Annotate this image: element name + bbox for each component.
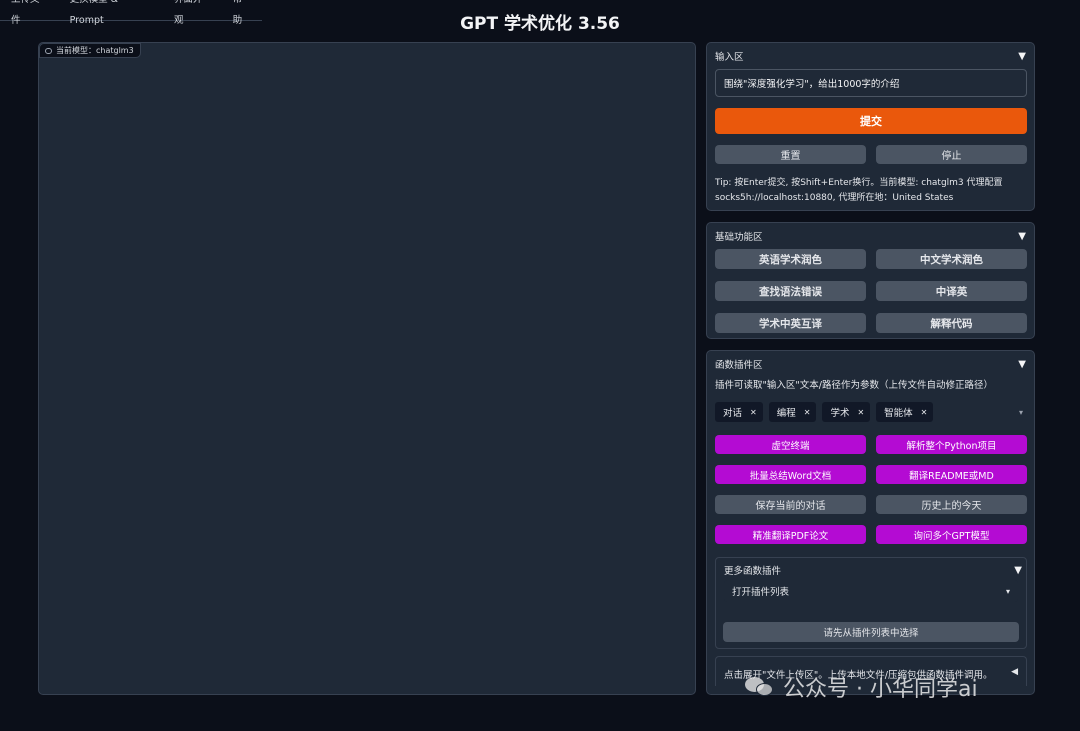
explain-code-button[interactable]: 解释代码	[876, 313, 1027, 333]
tag-label: 智能体	[884, 408, 913, 419]
tag-coding: 编程 ✕	[768, 402, 817, 422]
collapse-icon[interactable]: ▼	[1014, 565, 1022, 576]
history-today-button[interactable]: 历史上的今天	[876, 495, 1027, 514]
plugin-tag-selector[interactable]: 对话 ✕ 编程 ✕ 学术 ✕ 智能体 ✕ ▾	[715, 401, 1027, 423]
chevron-down-icon: ▾	[1005, 586, 1010, 596]
parse-python-project-button[interactable]: 解析整个Python项目	[876, 435, 1027, 454]
basic-panel-title: 基础功能区	[715, 232, 763, 243]
prompt-input[interactable]: 围绕"深度强化学习"，给出1000字的介绍	[715, 69, 1027, 97]
tag-label: 对话	[723, 408, 743, 419]
reset-button[interactable]: 重置	[715, 145, 866, 164]
page-title: GPT 学术优化 3.56	[460, 14, 620, 34]
choose-plugin-button[interactable]: 请先从插件列表中选择	[723, 622, 1019, 642]
basic-panel-header[interactable]: 基础功能区 ▼	[715, 229, 1026, 244]
plugin-list-select-value: 打开插件列表	[732, 587, 790, 598]
more-plugins-title: 更多函数插件	[724, 566, 782, 577]
close-icon[interactable]: ✕	[750, 408, 757, 417]
close-icon[interactable]: ✕	[857, 408, 864, 417]
academic-translate-button[interactable]: 学术中英互译	[715, 313, 866, 333]
current-model-badge: 当前模型：chatglm3	[39, 43, 141, 58]
void-terminal-button[interactable]: 虚空终端	[715, 435, 866, 454]
watermark: 公众号 · 小华同学ai	[745, 670, 1045, 704]
plugin-description: 插件可读取"输入区"文本/路径作为参数（上传文件自动修正路径）	[715, 380, 993, 391]
tag-label: 编程	[776, 408, 796, 419]
chat-icon	[45, 47, 52, 54]
plugin-panel-title: 函数插件区	[715, 360, 763, 371]
collapse-icon[interactable]: ▼	[1018, 231, 1026, 242]
save-conversation-button[interactable]: 保存当前的对话	[715, 495, 866, 514]
more-plugins-panel: 更多函数插件 ▼ 打开插件列表 ▾ 请先从插件列表中选择	[715, 557, 1027, 649]
current-model-label: 当前模型：chatglm3	[56, 46, 134, 55]
close-icon[interactable]: ✕	[804, 408, 811, 417]
translate-pdf-button[interactable]: 精准翻译PDF论文	[715, 525, 866, 544]
wechat-logo-icon	[745, 675, 775, 699]
tag-academic: 学术 ✕	[822, 402, 871, 422]
tip-text: Tip: 按Enter提交, 按Shift+Enter换行。当前模型: chat…	[715, 178, 1003, 203]
plugin-panel: 函数插件区 ▼ 插件可读取"输入区"文本/路径作为参数（上传文件自动修正路径） …	[706, 350, 1035, 695]
chevron-down-icon[interactable]: ▾	[1019, 408, 1027, 417]
english-polish-button[interactable]: 英语学术润色	[715, 249, 866, 269]
collapse-icon[interactable]: ▼	[1018, 359, 1026, 370]
chat-panel[interactable]: 当前模型：chatglm3	[38, 42, 696, 695]
input-panel: 输入区 ▼ 围绕"深度强化学习"，给出1000字的介绍 提交 重置 停止 Tip…	[706, 42, 1035, 211]
input-panel-header[interactable]: 输入区 ▼	[715, 49, 1026, 64]
grammar-check-button[interactable]: 查找语法错误	[715, 281, 866, 301]
close-icon[interactable]: ✕	[921, 408, 928, 417]
tag-label: 学术	[830, 408, 850, 419]
plugin-panel-header[interactable]: 函数插件区 ▼	[715, 357, 1026, 372]
chinese-polish-button[interactable]: 中文学术润色	[876, 249, 1027, 269]
translate-readme-button[interactable]: 翻译README或MD	[876, 465, 1027, 484]
zh-to-en-button[interactable]: 中译英	[876, 281, 1027, 301]
input-panel-title: 输入区	[715, 52, 744, 63]
tag-agent: 智能体 ✕	[876, 402, 934, 422]
stop-button[interactable]: 停止	[876, 145, 1027, 164]
basic-function-panel: 基础功能区 ▼ 英语学术润色 中文学术润色 查找语法错误 中译英 学术中英互译 …	[706, 222, 1035, 339]
collapse-icon[interactable]: ▼	[1018, 51, 1026, 62]
more-plugins-header[interactable]: 更多函数插件 ▼	[724, 563, 1022, 578]
ask-multiple-gpt-button[interactable]: 询问多个GPT模型	[876, 525, 1027, 544]
summarize-word-button[interactable]: 批量总结Word文档	[715, 465, 866, 484]
plugin-list-select[interactable]: 打开插件列表 ▾	[724, 580, 1018, 602]
watermark-text: 公众号 · 小华同学ai	[783, 677, 978, 702]
submit-button[interactable]: 提交	[715, 108, 1027, 134]
tag-dialog: 对话 ✕	[715, 402, 763, 422]
